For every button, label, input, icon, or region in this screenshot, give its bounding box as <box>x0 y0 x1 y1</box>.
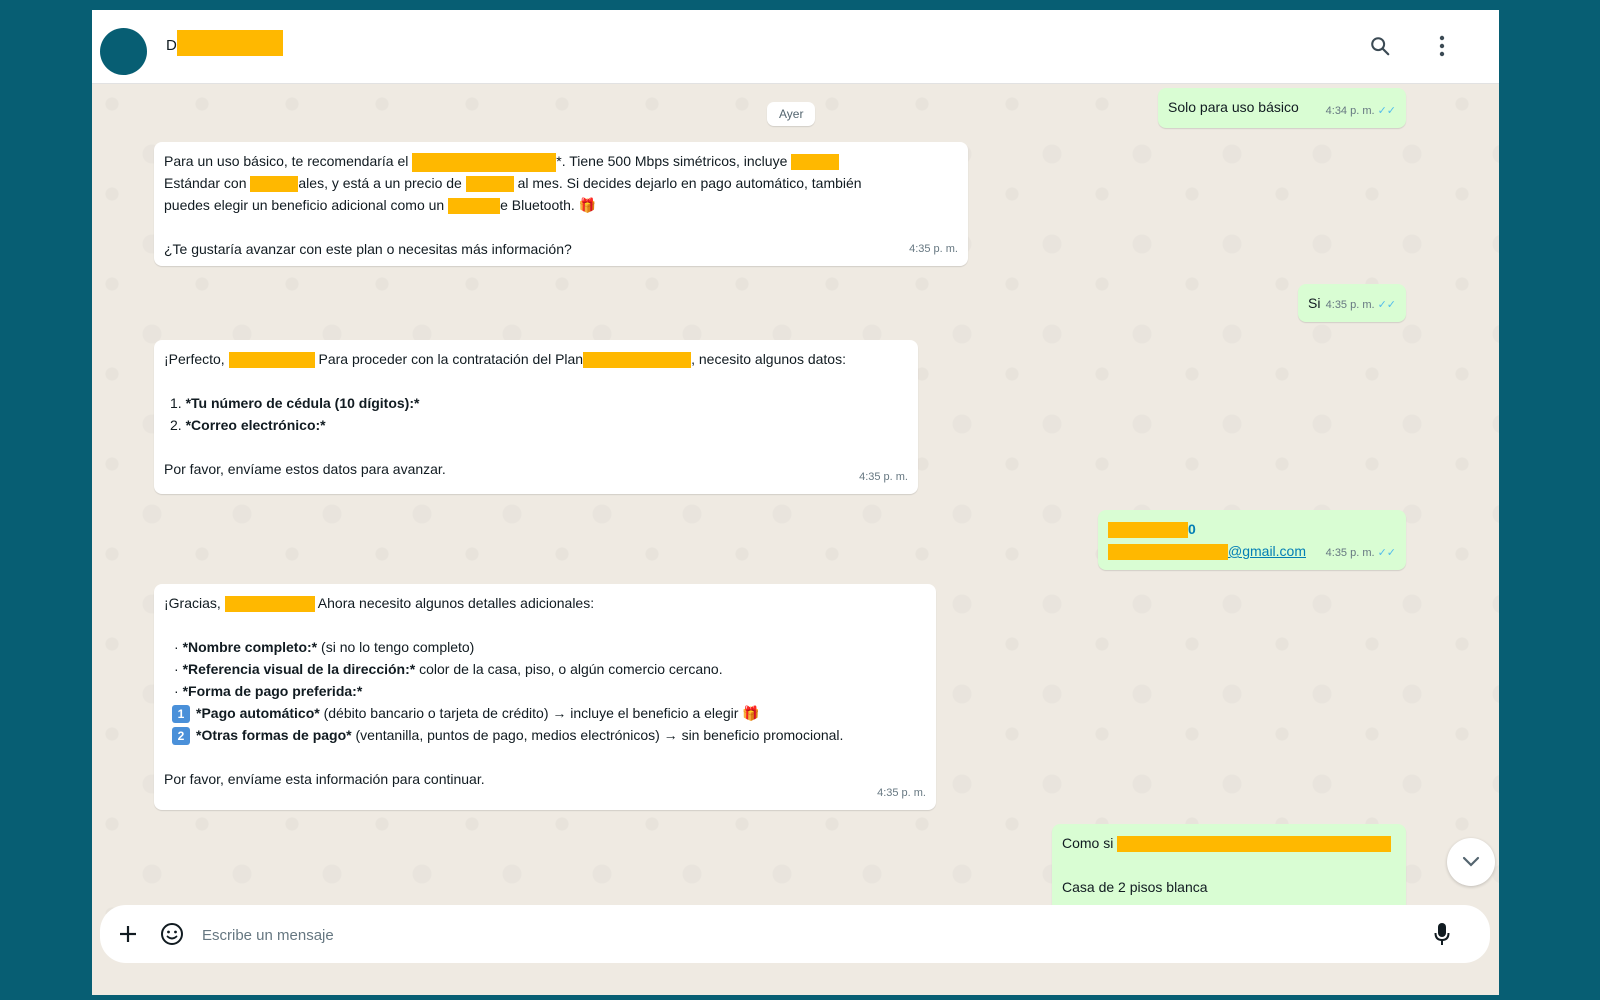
redacted-text <box>448 198 501 215</box>
message-text: *. Tiene 500 Mbps simétricos, incluye <box>556 153 792 169</box>
message-text: Como si <box>1062 835 1114 851</box>
message-composer <box>100 905 1490 963</box>
search-icon[interactable] <box>1366 32 1394 60</box>
bullet-text: (si no lo tengo completo) <box>317 639 475 655</box>
message-input[interactable] <box>200 919 1404 951</box>
message-line: puedes elegir un beneficio adicional com… <box>164 194 958 216</box>
scroll-down-button[interactable] <box>1447 838 1495 886</box>
message-text: , necesito algunos datos: <box>691 351 846 367</box>
chevron-down-icon <box>1462 856 1480 867</box>
list-item: 2. *Correo electrónico:* <box>164 414 908 436</box>
avatar[interactable] <box>100 28 147 75</box>
outgoing-message[interactable]: Si 4:35 p. m. ✓✓ <box>1298 284 1406 322</box>
message-line: Para un uso básico, te recomendaría el *… <box>164 150 958 172</box>
plus-icon[interactable] <box>114 920 142 948</box>
bullet-text: color de la casa, piso, o algún comercio… <box>415 661 723 677</box>
message-text: ¡Gracias, <box>164 595 225 611</box>
message-line: Por favor, envíame estos datos para avan… <box>164 461 446 477</box>
bullet-item: · *Referencia visual de la dirección:* c… <box>174 661 723 677</box>
message-list[interactable]: Ayer Solo para uso básico 4:34 p. m. ✓✓ P… <box>92 84 1499 914</box>
list-item: 1. *Tu número de cédula (10 dígitos):* <box>164 392 908 414</box>
keycap-one-icon: 1 <box>172 705 190 724</box>
message-time: 4:35 p. m. <box>1325 547 1375 559</box>
bullet-item: · *Forma de pago preferida:* <box>174 683 363 699</box>
keycap-two-icon: 2 <box>172 727 190 746</box>
chat-window: D Ayer Solo para uso básico 4:34 p. m. ✓✓… <box>92 10 1499 995</box>
message-text: puedes elegir un beneficio adicional com… <box>164 197 449 213</box>
bullet-label: *Forma de pago preferida:* <box>182 683 363 699</box>
date-chip: Ayer <box>767 102 816 126</box>
message-text: 0 <box>1188 521 1196 537</box>
message-text: al mes. Si decides dejarlo en pago autom… <box>513 175 862 191</box>
message-meta: 4:35 p. m. ✓✓ <box>1326 294 1396 316</box>
message-time: 4:34 p. m. <box>1325 105 1375 117</box>
option-label: *Otras formas de pago* <box>196 727 352 743</box>
message-text: Estándar con <box>164 175 251 191</box>
message-meta: 4:35 p. m. ✓✓ <box>1326 542 1396 564</box>
redacted-text <box>1117 836 1392 853</box>
read-ticks-icon: ✓✓ <box>1377 299 1396 311</box>
message-text: ales, y está a un precio de <box>298 175 466 191</box>
bullet-label: *Nombre completo:* <box>182 639 318 655</box>
incoming-message[interactable]: Para un uso básico, te recomendaría el *… <box>154 142 968 266</box>
gift-icon: 🎁 <box>578 197 597 213</box>
list-number: 2. <box>170 417 182 433</box>
redacted-text <box>1108 522 1188 539</box>
gift-icon: 🎁 <box>742 705 760 721</box>
redacted-text <box>228 352 315 369</box>
contact-name[interactable]: D <box>166 30 283 56</box>
redacted-text <box>465 176 514 193</box>
bullet-item: · *Nombre completo:* (si no lo tengo com… <box>174 639 475 655</box>
bullet-label: *Referencia visual de la dirección:* <box>182 661 416 677</box>
message-text: Ahora necesito algunos detalles adiciona… <box>314 595 595 611</box>
read-ticks-icon: ✓✓ <box>1377 547 1396 559</box>
outgoing-message[interactable]: Solo para uso básico 4:34 p. m. ✓✓ <box>1158 88 1406 128</box>
sticker-icon[interactable] <box>158 920 186 948</box>
list-number: 1. <box>170 395 182 411</box>
redacted-text <box>583 352 692 369</box>
microphone-icon[interactable] <box>1428 920 1456 948</box>
option-text: (ventanilla, puntos de pago, medios elec… <box>351 727 844 743</box>
message-time: 4:35 p. m. <box>859 471 908 483</box>
email-link[interactable]: @gmail.com <box>1228 543 1306 559</box>
redacted-text <box>791 154 840 171</box>
message-line: Por favor, envíame esta información para… <box>164 771 485 787</box>
message-line: 0 <box>1108 518 1396 540</box>
list-item-text: *Correo electrónico:* <box>185 417 326 433</box>
outgoing-message[interactable]: Como si Casa de 2 pisos blanca <box>1052 824 1406 914</box>
outgoing-message[interactable]: 0 @gmail.com 4:35 p. m. ✓✓ <box>1098 510 1406 570</box>
message-meta: 4:34 p. m. ✓✓ <box>1326 100 1396 122</box>
message-line: Estándar con ales, y está a un precio de… <box>164 172 958 194</box>
message-text: Si <box>1308 295 1321 311</box>
message-text: e Bluetooth. <box>500 197 575 213</box>
message-line: ¿Te gustaría avanzar con este plan o nec… <box>164 241 572 257</box>
redacted-text <box>1108 544 1228 561</box>
option-text: (débito bancario o tarjeta de crédito) →… <box>319 705 739 721</box>
redacted-name <box>176 30 283 56</box>
list-item-text: *Tu número de cédula (10 dígitos):* <box>185 395 420 411</box>
chat-header: D <box>92 10 1499 84</box>
message-time: 4:35 p. m. <box>1325 299 1375 311</box>
read-ticks-icon: ✓✓ <box>1377 105 1396 117</box>
option-item: 1 *Pago automático* (débito bancario o ta… <box>164 702 926 724</box>
redacted-text <box>224 596 315 613</box>
option-label: *Pago automático* <box>196 705 320 721</box>
redacted-text <box>412 152 557 172</box>
message-time: 4:35 p. m. <box>877 787 926 799</box>
message-line: Casa de 2 pisos blanca <box>1062 879 1208 895</box>
message-line: Como si <box>1062 832 1396 854</box>
contact-name-initial: D <box>166 36 177 54</box>
message-line: ¡Perfecto, Para proceder con la contrata… <box>164 348 908 370</box>
message-time: 4:35 p. m. <box>909 243 958 255</box>
redacted-text <box>250 176 299 193</box>
message-text: ¡Perfecto, <box>164 351 229 367</box>
message-text: Para proceder con la contratación del Pl… <box>314 351 584 367</box>
message-text: Solo para uso básico <box>1168 99 1299 115</box>
incoming-message[interactable]: ¡Gracias, Ahora necesito algunos detalle… <box>154 584 936 810</box>
message-line: ¡Gracias, Ahora necesito algunos detalle… <box>164 592 926 614</box>
incoming-message[interactable]: ¡Perfecto, Para proceder con la contrata… <box>154 340 918 494</box>
option-item: 2 *Otras formas de pago* (ventanilla, pun… <box>164 724 926 746</box>
message-text: Para un uso básico, te recomendaría el <box>164 153 413 169</box>
menu-icon[interactable] <box>1428 32 1456 60</box>
